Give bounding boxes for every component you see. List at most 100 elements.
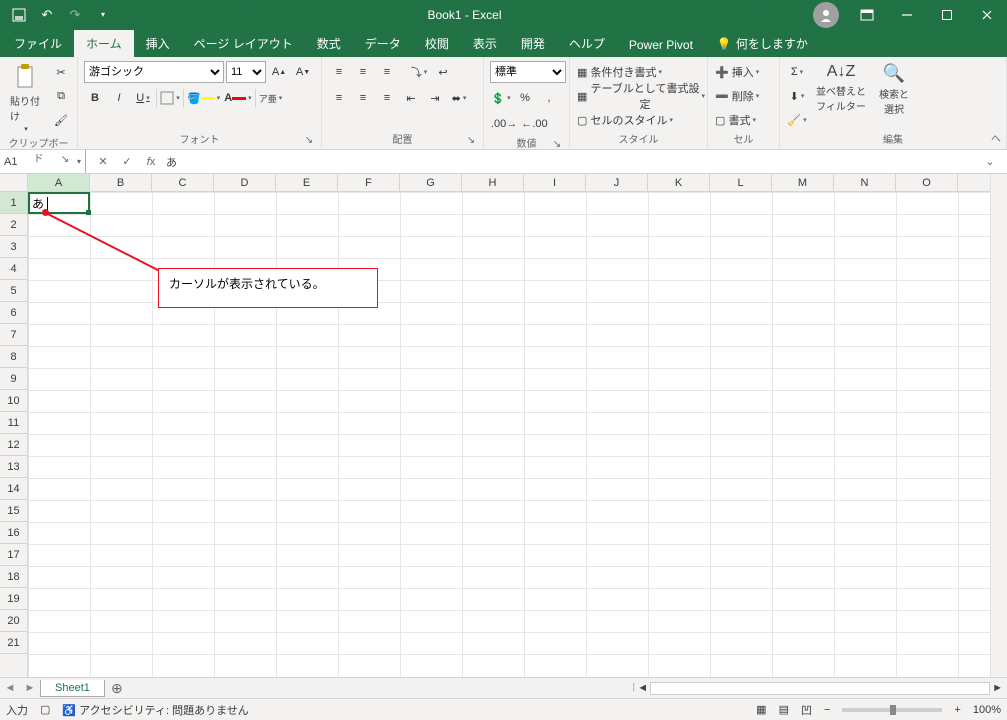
maximize-button[interactable] bbox=[927, 0, 967, 29]
undo-button[interactable]: ↶ bbox=[34, 4, 60, 26]
phonetic-button[interactable]: ア亜 bbox=[258, 87, 284, 109]
copy-button[interactable]: ⧉ bbox=[50, 85, 72, 107]
cancel-edit-button[interactable]: ✕ bbox=[94, 155, 112, 168]
row-header[interactable]: 8 bbox=[0, 346, 27, 368]
column-header[interactable]: C bbox=[152, 174, 214, 191]
increase-indent-button[interactable]: ⇥ bbox=[424, 87, 446, 109]
zoom-in-button[interactable]: + bbox=[954, 704, 960, 716]
find-select-button[interactable]: 🔍 検索と 選択 bbox=[874, 61, 914, 118]
hscroll-left-button[interactable]: ◄ bbox=[637, 682, 648, 694]
font-color-button[interactable]: A bbox=[223, 87, 252, 109]
number-format-select[interactable]: 標準 bbox=[490, 61, 566, 83]
column-header[interactable]: E bbox=[276, 174, 338, 191]
column-header[interactable]: N bbox=[834, 174, 896, 191]
decrease-indent-button[interactable]: ⇤ bbox=[400, 87, 422, 109]
tab-home[interactable]: ホーム bbox=[74, 30, 134, 57]
cell-styles-button[interactable]: ▢ セルのスタイル bbox=[576, 109, 706, 131]
merge-center-button[interactable]: ⬌ bbox=[448, 87, 470, 109]
row-header[interactable]: 18 bbox=[0, 566, 27, 588]
row-header[interactable]: 7 bbox=[0, 324, 27, 346]
wrap-text-button[interactable]: ↩ bbox=[432, 61, 454, 83]
decrease-decimal-button[interactable]: ←.00 bbox=[520, 113, 548, 135]
tab-help[interactable]: ヘルプ bbox=[557, 30, 617, 57]
format-cells-button[interactable]: ▢ 書式 bbox=[714, 109, 778, 131]
autosum-button[interactable]: Σ bbox=[786, 61, 808, 83]
zoom-slider[interactable] bbox=[842, 708, 942, 712]
insert-function-button[interactable]: fx bbox=[142, 156, 160, 168]
align-center-button[interactable]: ≡ bbox=[352, 87, 374, 109]
horizontal-scrollbar[interactable] bbox=[650, 682, 990, 695]
zoom-out-button[interactable]: − bbox=[824, 704, 830, 716]
row-header[interactable]: 14 bbox=[0, 478, 27, 500]
cell-grid[interactable]: あ カーソルが表示されている。 bbox=[28, 192, 990, 677]
tab-power-pivot[interactable]: Power Pivot bbox=[617, 33, 705, 57]
view-normal-button[interactable]: ▦ bbox=[756, 703, 766, 716]
cut-button[interactable]: ✂ bbox=[50, 61, 72, 83]
row-header[interactable]: 1 bbox=[0, 192, 27, 214]
column-header[interactable]: O bbox=[896, 174, 958, 191]
row-header[interactable]: 3 bbox=[0, 236, 27, 258]
align-bottom-button[interactable]: ≡ bbox=[376, 61, 398, 83]
row-header[interactable]: 13 bbox=[0, 456, 27, 478]
column-header[interactable]: M bbox=[772, 174, 834, 191]
tab-page-layout[interactable]: ページ レイアウト bbox=[182, 30, 305, 57]
format-as-table-button[interactable]: ▦ テーブルとして書式設定 bbox=[576, 85, 706, 107]
row-header[interactable]: 2 bbox=[0, 214, 27, 236]
fill-handle[interactable] bbox=[86, 210, 91, 215]
column-header[interactable]: D bbox=[214, 174, 276, 191]
tab-formulas[interactable]: 数式 bbox=[305, 30, 353, 57]
view-page-layout-button[interactable]: ▤ bbox=[779, 703, 789, 716]
sheet-nav-next[interactable]: ► bbox=[20, 682, 40, 694]
name-box[interactable]: A1▾ bbox=[0, 150, 86, 173]
tab-insert[interactable]: 挿入 bbox=[134, 30, 182, 57]
column-header[interactable]: H bbox=[462, 174, 524, 191]
column-headers[interactable]: ABCDEFGHIJKLMNO bbox=[28, 174, 990, 192]
new-sheet-button[interactable]: ⊕ bbox=[105, 680, 129, 697]
fill-color-button[interactable]: 🪣 bbox=[186, 87, 221, 109]
vertical-scrollbar[interactable] bbox=[990, 174, 1007, 677]
row-headers[interactable]: 123456789101112131415161718192021 bbox=[0, 192, 28, 677]
expand-formula-bar-button[interactable]: ⌄ bbox=[981, 155, 999, 168]
insert-cells-button[interactable]: ➕ 挿入 bbox=[714, 61, 778, 83]
column-header[interactable]: A bbox=[28, 174, 90, 191]
row-header[interactable]: 10 bbox=[0, 390, 27, 412]
font-name-select[interactable]: 游ゴシック bbox=[84, 61, 224, 83]
column-header[interactable]: K bbox=[648, 174, 710, 191]
row-header[interactable]: 6 bbox=[0, 302, 27, 324]
view-page-break-button[interactable]: 凹 bbox=[801, 702, 812, 718]
collapse-ribbon-button[interactable]: へ bbox=[991, 130, 1001, 145]
row-header[interactable]: 17 bbox=[0, 544, 27, 566]
comma-button[interactable]: , bbox=[538, 87, 560, 109]
redo-button[interactable]: ↷ bbox=[62, 4, 88, 26]
column-header[interactable]: J bbox=[586, 174, 648, 191]
active-cell[interactable]: あ bbox=[28, 192, 90, 214]
clear-button[interactable]: 🧹 bbox=[786, 109, 808, 131]
select-all-corner[interactable] bbox=[0, 174, 28, 192]
dialog-launcher-icon[interactable]: ↘ bbox=[465, 135, 477, 147]
sort-filter-button[interactable]: A↓Z 並べ替えと フィルター bbox=[812, 61, 870, 115]
row-header[interactable]: 16 bbox=[0, 522, 27, 544]
paste-button[interactable]: 貼り付け▾ bbox=[6, 61, 46, 135]
font-size-select[interactable]: 11 bbox=[226, 61, 266, 83]
enter-edit-button[interactable]: ✓ bbox=[118, 155, 136, 168]
minimize-button[interactable] bbox=[887, 0, 927, 29]
increase-font-button[interactable]: A▲ bbox=[268, 61, 290, 83]
align-top-button[interactable]: ≡ bbox=[328, 61, 350, 83]
bold-button[interactable]: B bbox=[84, 87, 106, 109]
column-header[interactable]: G bbox=[400, 174, 462, 191]
format-painter-button[interactable]: 🖌 bbox=[50, 109, 72, 131]
save-button[interactable] bbox=[6, 4, 32, 26]
hscroll-right-button[interactable]: ► bbox=[992, 682, 1003, 694]
fill-button[interactable]: ⬇ bbox=[786, 85, 808, 107]
column-header[interactable]: I bbox=[524, 174, 586, 191]
orientation-button[interactable]: ⤵ bbox=[408, 61, 430, 83]
tab-data[interactable]: データ bbox=[353, 30, 413, 57]
macro-record-icon[interactable]: ▢ bbox=[40, 703, 50, 716]
dialog-launcher-icon[interactable]: ↘ bbox=[551, 139, 563, 151]
row-header[interactable]: 15 bbox=[0, 500, 27, 522]
row-header[interactable]: 4 bbox=[0, 258, 27, 280]
zoom-level[interactable]: 100% bbox=[973, 704, 1001, 716]
dialog-launcher-icon[interactable]: ↘ bbox=[303, 135, 315, 147]
column-header[interactable]: B bbox=[90, 174, 152, 191]
ribbon-display-options[interactable] bbox=[847, 0, 887, 29]
